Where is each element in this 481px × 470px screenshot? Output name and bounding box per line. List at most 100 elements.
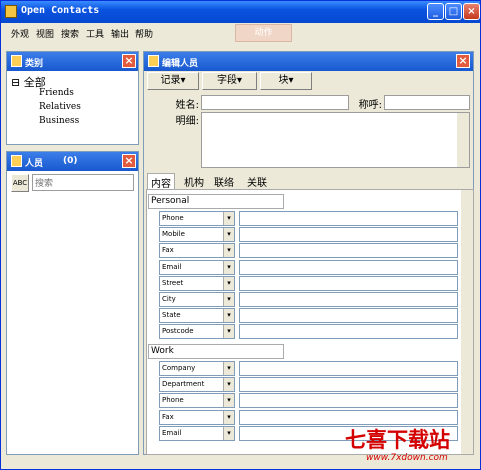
sort-abc-icon[interactable]: ABC bbox=[11, 174, 29, 192]
record-menu-button[interactable]: 记录▾ bbox=[147, 72, 199, 90]
person-icon bbox=[148, 55, 159, 67]
maximize-button[interactable]: □ bbox=[445, 3, 462, 20]
tab-organization[interactable]: 机构 bbox=[181, 173, 207, 189]
work-field-value-input[interactable] bbox=[239, 393, 458, 409]
category-icon bbox=[11, 55, 22, 67]
dropdown-arrow-icon[interactable]: ▾ bbox=[223, 426, 234, 440]
personal-field-value-input[interactable] bbox=[239, 308, 458, 324]
dropdown-arrow-icon[interactable]: ▾ bbox=[223, 228, 234, 242]
tree-item-relatives[interactable]: Relatives bbox=[39, 102, 81, 112]
dropdown-arrow-icon[interactable]: ▾ bbox=[223, 293, 234, 306]
dropdown-arrow-icon[interactable]: ▾ bbox=[223, 309, 234, 323]
personal-field-type-select[interactable]: City ▾ bbox=[159, 292, 235, 307]
field-type-label: State bbox=[162, 311, 181, 320]
field-type-label: Street bbox=[162, 278, 184, 287]
dropdown-arrow-icon[interactable]: ▾ bbox=[223, 378, 234, 392]
dropdown-arrow-icon[interactable]: ▾ bbox=[223, 394, 234, 408]
menu-view[interactable]: 视图 bbox=[36, 27, 54, 40]
category-close-button[interactable]: × bbox=[122, 54, 136, 68]
personal-field-type-select[interactable]: Mobile ▾ bbox=[159, 227, 235, 243]
dropdown-arrow-icon[interactable]: ▾ bbox=[223, 325, 234, 339]
title-bar: Open Contacts _ □ × bbox=[1, 1, 480, 23]
category-panel: 类别 × ⊟ 全部 Friends Relatives Business bbox=[6, 51, 139, 145]
personal-field-type-select[interactable]: Fax ▾ bbox=[159, 243, 235, 259]
tree-item-friends[interactable]: Friends bbox=[39, 88, 74, 98]
personal-field-value-input[interactable] bbox=[239, 211, 458, 226]
personal-field-value-input[interactable] bbox=[239, 227, 458, 243]
dropdown-arrow-icon[interactable]: ▾ bbox=[223, 410, 234, 424]
personal-field-value-input[interactable] bbox=[239, 324, 458, 340]
people-panel-header: 人员 (0) × bbox=[7, 152, 138, 171]
minimize-button[interactable]: _ bbox=[427, 3, 444, 20]
window-title: Open Contacts bbox=[21, 5, 100, 16]
personal-field-type-select[interactable]: Street ▾ bbox=[159, 275, 235, 291]
people-count: (0) bbox=[63, 156, 78, 166]
field-menu-button[interactable]: 字段▾ bbox=[202, 72, 257, 90]
personal-field-type-select[interactable]: Postcode ▾ bbox=[159, 324, 235, 340]
edit-close-button[interactable]: × bbox=[456, 54, 470, 68]
dropdown-arrow-icon[interactable]: ▾ bbox=[223, 362, 234, 375]
dropdown-arrow-icon[interactable]: ▾ bbox=[223, 244, 234, 258]
action-button[interactable]: 动作 bbox=[235, 24, 292, 42]
field-type-label: City bbox=[162, 295, 176, 303]
content-scrollbar[interactable] bbox=[461, 190, 473, 454]
detail-scrollbar[interactable] bbox=[457, 113, 469, 167]
name-input[interactable] bbox=[201, 95, 349, 110]
personal-field-type-select[interactable]: State ▾ bbox=[159, 308, 235, 324]
field-type-label: Email bbox=[162, 262, 182, 271]
category-panel-header: 类别 × bbox=[7, 52, 138, 71]
work-field-type-select[interactable]: Fax ▾ bbox=[159, 409, 235, 425]
category-panel-title: 类别 bbox=[25, 59, 44, 69]
field-type-label: Fax bbox=[162, 246, 174, 255]
edit-panel-header: 编辑人员 × bbox=[144, 52, 473, 71]
detail-textarea[interactable] bbox=[201, 112, 470, 168]
field-type-label: Company bbox=[162, 364, 196, 372]
tab-content[interactable]: 内容 bbox=[147, 173, 175, 190]
block-menu-button[interactable]: 块▾ bbox=[260, 72, 312, 90]
work-field-value-input[interactable] bbox=[239, 409, 458, 425]
personal-section-header: Personal bbox=[148, 194, 284, 209]
name-label: 姓名: bbox=[175, 100, 199, 111]
app-window: Open Contacts _ □ × 外观 视图 搜索 工具 输出 帮助 动作… bbox=[0, 0, 481, 470]
personal-field-value-input[interactable] bbox=[239, 275, 458, 291]
people-close-button[interactable]: × bbox=[122, 154, 136, 168]
field-type-label: Email bbox=[162, 428, 182, 437]
personal-field-type-select[interactable]: Email ▾ bbox=[159, 259, 235, 275]
title-label: 称呼: bbox=[358, 100, 382, 111]
edit-panel-title: 编辑人员 bbox=[162, 59, 199, 69]
field-type-label: Department bbox=[162, 380, 205, 389]
app-icon bbox=[5, 5, 17, 18]
work-field-type-select[interactable]: Email ▾ bbox=[159, 425, 235, 441]
menu-search[interactable]: 搜索 bbox=[61, 27, 79, 40]
menu-appearance[interactable]: 外观 bbox=[11, 27, 29, 40]
salutation-input[interactable] bbox=[384, 95, 470, 110]
dropdown-arrow-icon[interactable]: ▾ bbox=[223, 260, 234, 274]
dropdown-arrow-icon[interactable]: ▾ bbox=[223, 276, 234, 290]
personal-field-type-select[interactable]: Phone ▾ bbox=[159, 211, 235, 226]
work-field-type-select[interactable]: Phone ▾ bbox=[159, 393, 235, 409]
field-type-label: Fax bbox=[162, 412, 174, 421]
menu-help[interactable]: 帮助 bbox=[135, 27, 153, 40]
personal-field-value-input[interactable] bbox=[239, 292, 458, 307]
tab-relation[interactable]: 关联 bbox=[244, 173, 270, 189]
menu-tools[interactable]: 工具 bbox=[86, 27, 104, 40]
personal-field-value-input[interactable] bbox=[239, 243, 458, 259]
people-panel: 人员 (0) × ABC bbox=[6, 151, 139, 455]
menu-output[interactable]: 输出 bbox=[111, 27, 129, 40]
close-button[interactable]: × bbox=[463, 3, 480, 20]
work-field-value-input[interactable] bbox=[239, 361, 458, 376]
work-section-header: Work bbox=[148, 344, 284, 359]
tree-item-business[interactable]: Business bbox=[39, 116, 79, 126]
tab-contact[interactable]: 联络 bbox=[211, 173, 237, 189]
dropdown-arrow-icon[interactable]: ▾ bbox=[223, 212, 234, 225]
personal-field-value-input[interactable] bbox=[239, 259, 458, 275]
people-icon bbox=[11, 155, 22, 167]
watermark-url: www.7xdown.com bbox=[366, 453, 448, 463]
detail-label: 明细: bbox=[175, 116, 199, 127]
work-field-type-select[interactable]: Department ▾ bbox=[159, 377, 235, 393]
field-type-label: Mobile bbox=[162, 230, 185, 239]
work-field-value-input[interactable] bbox=[239, 377, 458, 393]
work-field-type-select[interactable]: Company ▾ bbox=[159, 361, 235, 376]
people-search-input[interactable] bbox=[32, 174, 134, 191]
field-type-label: Postcode bbox=[162, 327, 194, 336]
